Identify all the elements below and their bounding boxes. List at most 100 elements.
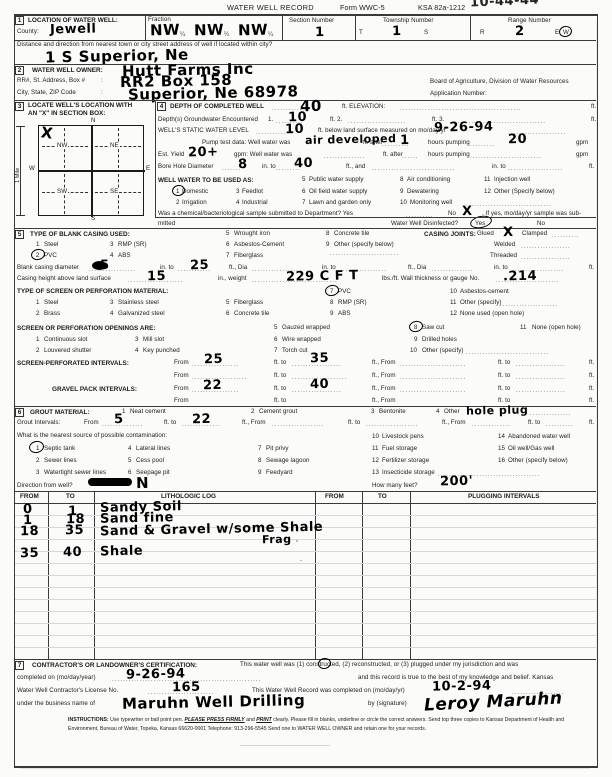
use-option-3-number[interactable]: 3 [236, 188, 240, 195]
use-option-8-label[interactable]: Air conditioning [407, 176, 450, 183]
use-option-11-number[interactable]: 11 [484, 176, 491, 183]
contam-14-number[interactable]: 14 [498, 433, 505, 440]
contam-7-label[interactable]: Pit privy [266, 445, 289, 452]
screen-mat-1-label[interactable]: Steel [44, 299, 58, 306]
screen-mat-6-number[interactable]: 6 [226, 310, 230, 317]
section-box-grid[interactable]: NW NE SW SE X [38, 123, 145, 217]
screen-mat-11-label[interactable]: Other (specify) [460, 299, 502, 306]
screen-mat-12-label[interactable]: None used (open hole) [460, 310, 524, 317]
screen-mat-10-number[interactable]: 10 [450, 288, 457, 295]
contam-13-number[interactable]: 13 [372, 469, 379, 476]
opening-3-label[interactable]: Mill slot [143, 336, 164, 343]
opening-1-label[interactable]: Continuous slot [44, 336, 88, 343]
use-option-5-label[interactable]: Public water supply [309, 176, 364, 183]
screen-mat-11-number[interactable]: 11 [450, 299, 457, 306]
use-option-2-number[interactable]: 2 [176, 199, 180, 206]
screen-mat-6-label[interactable]: Concrete tile [234, 310, 270, 317]
opening-10-label[interactable]: Other (specify) [422, 347, 464, 354]
opening-3-number[interactable]: 3 [135, 336, 139, 343]
screen-mat-5-label[interactable]: Fiberglass [234, 299, 263, 306]
screen-mat-10-label[interactable]: Asbestos-cement [460, 288, 509, 295]
contam-5-label[interactable]: Cess pool [136, 457, 164, 464]
use-option-6-number[interactable]: 6 [302, 188, 306, 195]
contam-12-number[interactable]: 12 [372, 457, 379, 464]
opening-6-label[interactable]: Wire wrapped [282, 336, 321, 343]
opening-7-number[interactable]: 7 [274, 347, 278, 354]
use-option-5-number[interactable]: 5 [302, 176, 306, 183]
contam-10-label[interactable]: Livestock pens [382, 433, 424, 440]
contam-8-number[interactable]: 8 [258, 457, 262, 464]
contam-2-label[interactable]: Sewer lines [44, 457, 77, 464]
use-option-4-label[interactable]: Industrial [242, 199, 268, 206]
opening-5-number[interactable]: 5 [274, 324, 278, 331]
grout-material-4-label[interactable]: Other [444, 408, 460, 415]
grout-material-1-label[interactable]: Neat cement [130, 408, 166, 415]
contam-8-label[interactable]: Sewage lagoon [266, 457, 309, 464]
use-option-10-label[interactable]: Monitoring well [410, 199, 452, 206]
blank-casing-6-number[interactable]: 6 [226, 241, 230, 248]
contam-9-label[interactable]: Feedyard [266, 469, 293, 476]
contam-11-number[interactable]: 11 [372, 445, 379, 452]
blank-casing-6-label[interactable]: Asbestos-Cement [234, 241, 284, 248]
blank-casing-3-number[interactable]: 3 [110, 241, 114, 248]
use-option-9-label[interactable]: Dewatering [407, 188, 439, 195]
blank-casing-3-label[interactable]: RMP (SR) [118, 241, 147, 248]
use-option-3-label[interactable]: Feedlot [242, 188, 263, 195]
opening-4-label[interactable]: Key punched [143, 347, 180, 354]
contam-4-label[interactable]: Lateral lines [136, 445, 170, 452]
contam-1-label[interactable]: Septic tank [44, 445, 75, 452]
blank-casing-7-label[interactable]: Fiberglass [234, 252, 263, 259]
contam-7-number[interactable]: 7 [258, 445, 262, 452]
opening-1-number[interactable]: 1 [36, 336, 40, 343]
screen-mat-3-number[interactable]: 3 [110, 299, 114, 306]
screen-mat-9-number[interactable]: 9 [330, 310, 334, 317]
opening-9-label[interactable]: Drilled holes [422, 336, 457, 343]
use-option-12-number[interactable]: 12 [484, 188, 491, 195]
contam-6-number[interactable]: 6 [128, 469, 132, 476]
screen-mat-8-label[interactable]: RMP (SR) [338, 299, 367, 306]
screen-mat-4-number[interactable]: 4 [110, 310, 114, 317]
contam-9-number[interactable]: 9 [258, 469, 262, 476]
opening-10-number[interactable]: 10 [410, 347, 417, 354]
opening-11-label[interactable]: None (open hole) [532, 324, 581, 331]
opening-5-label[interactable]: Gauzed wrapped [282, 324, 330, 331]
contam-5-number[interactable]: 5 [128, 457, 132, 464]
joint-clamped-label[interactable]: Clamped [522, 230, 547, 237]
grout-material-2-number[interactable]: 2 [251, 408, 255, 415]
opening-6-number[interactable]: 6 [274, 336, 278, 343]
blank-casing-8-number[interactable]: 8 [326, 230, 330, 237]
blank-casing-8-label[interactable]: Concrete tile [334, 230, 370, 237]
blank-casing-5-label[interactable]: Wrought iron [234, 230, 270, 237]
opening-11-number[interactable]: 11 [520, 324, 527, 331]
joint-threaded-label[interactable]: Threaded [490, 252, 517, 259]
use-option-7-label[interactable]: Lawn and garden only [309, 199, 371, 206]
contam-3-number[interactable]: 3 [36, 469, 40, 476]
screen-mat-3-label[interactable]: Stainless steel [118, 299, 159, 306]
opening-8-label[interactable]: Saw cut [422, 324, 444, 331]
opening-9-number[interactable]: 9 [414, 336, 418, 343]
grout-material-3-label[interactable]: Bentonite [379, 408, 406, 415]
contam-10-number[interactable]: 10 [372, 433, 379, 440]
use-option-9-number[interactable]: 9 [400, 188, 404, 195]
screen-mat-2-number[interactable]: 2 [36, 310, 40, 317]
blank-casing-4-number[interactable]: 4 [110, 252, 114, 259]
screen-mat-8-number[interactable]: 8 [330, 299, 334, 306]
opening-7-label[interactable]: Torch cut [282, 347, 308, 354]
screen-mat-5-number[interactable]: 5 [226, 299, 230, 306]
use-option-7-number[interactable]: 7 [302, 199, 306, 206]
opening-2-number[interactable]: 2 [36, 347, 40, 354]
blank-casing-9-number[interactable]: 9 [326, 241, 330, 248]
opening-4-number[interactable]: 4 [135, 347, 139, 354]
joint-glued-label[interactable]: Glued [477, 230, 494, 237]
contam-15-number[interactable]: 15 [498, 445, 505, 452]
grout-material-2-label[interactable]: Cement grout [259, 408, 297, 415]
opening-2-label[interactable]: Louvered shutter [44, 347, 91, 354]
contam-16-label[interactable]: Other (specify below) [508, 457, 568, 464]
screen-mat-12-number[interactable]: 12 [450, 310, 457, 317]
screen-mat-9-label[interactable]: ABS [338, 310, 351, 317]
contam-13-label[interactable]: Insecticide storage [382, 469, 435, 476]
blank-casing-9-label[interactable]: Other (specify below) [334, 241, 394, 248]
contam-14-label[interactable]: Abandoned water well [508, 433, 570, 440]
grout-material-3-number[interactable]: 3 [371, 408, 375, 415]
screen-mat-2-label[interactable]: Brass [44, 310, 60, 317]
